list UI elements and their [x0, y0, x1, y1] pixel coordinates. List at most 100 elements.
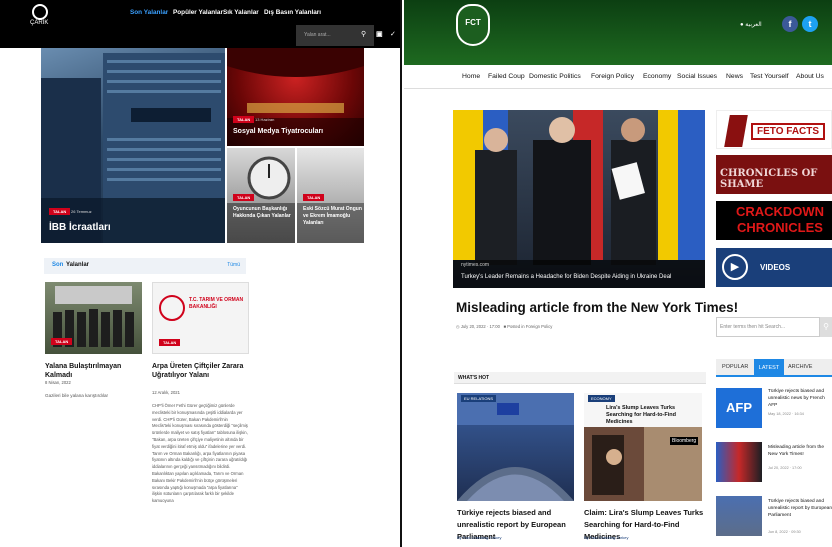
banner-text: VIDEOS — [760, 263, 791, 272]
nav-son-yalanlar[interactable]: Son Yalanlar — [130, 9, 168, 16]
lang-label: العربية — [745, 22, 762, 28]
tile-ibb[interactable]: TALAN 26 Temmuz İBB İcraatları — [41, 48, 225, 243]
latest-title[interactable]: Misleading article from the New York Tim… — [768, 444, 832, 458]
nav-populer-yalanlar[interactable]: Popüler Yalanlar — [173, 9, 223, 16]
nav-failed-coup[interactable]: Failed Coup — [488, 73, 525, 80]
facebook-icon[interactable]: f — [782, 16, 798, 32]
nav-test-yourself[interactable]: Test Yourself — [750, 73, 789, 80]
latest-thumb-eu[interactable] — [716, 496, 762, 536]
nav-news[interactable]: News — [726, 73, 743, 80]
sidebar-search-input[interactable]: Enter terms then hit Search... — [716, 317, 820, 337]
section-title-b: Yalanlar — [66, 262, 90, 268]
nav-home[interactable]: Home — [462, 73, 480, 80]
card-excerpt: Gazileri bile yalana karıştırdılar — [45, 393, 109, 398]
twitter-icon[interactable]: ✓ — [390, 30, 396, 38]
twitter-icon[interactable]: t — [802, 16, 818, 32]
card-tag: TALAN — [51, 338, 73, 345]
tile-tag: TALAN — [49, 208, 71, 215]
tab-popular[interactable]: POPULAR — [722, 364, 748, 370]
tile-title: Sosyal Medya Tiyatrocuları — [233, 128, 324, 135]
whats-hot-title: WHAT'S HOT — [458, 375, 490, 381]
hero-source: nytimes.com — [461, 262, 490, 268]
card-title[interactable]: Arpa Üreten Çiftçiler Zarara Uğratılıyor… — [152, 362, 252, 380]
hero-image[interactable]: nytimes.com Turkey's Leader Remains a He… — [453, 110, 705, 288]
nav-social-issues[interactable]: Social Issues — [677, 73, 717, 80]
hero-caption: Turkey's Leader Remains a Headache for B… — [461, 274, 672, 280]
logo-text: ÇARIK — [30, 20, 49, 26]
section-more-link[interactable]: Tümü — [227, 262, 240, 268]
tile-tag: TALAN — [233, 116, 255, 123]
latest-title[interactable]: Türkiye rejects biased and unrealistic n… — [768, 388, 832, 409]
banner-chronicles-of-shame[interactable]: CHRONICLES OF SHAME — [716, 155, 832, 194]
card-title[interactable]: Yalana Bulaştırılmayan Kalmadı — [45, 362, 145, 380]
latest-date: Jun 8, 2022 · 09:30 — [768, 530, 801, 534]
hero-photo — [453, 110, 705, 288]
article-category[interactable]: Posted in Foreign Policy — [507, 324, 552, 329]
latest-thumb-afp[interactable]: AFP — [716, 388, 762, 428]
right-site: FCT ● العربية f t Home Failed Coup Domes… — [404, 0, 832, 547]
banner-videos[interactable]: ▶ VIDEOS — [716, 248, 832, 287]
tile-date: 13 Haziran — [255, 117, 275, 122]
hot-image-eu[interactable]: EU RELATIONS — [457, 393, 574, 501]
nav-foreign-policy[interactable]: Foreign Policy — [591, 73, 634, 80]
nav-dis-basin[interactable]: Dış Basın Yalanları — [264, 9, 321, 16]
article-meta: ◷ July 20, 2022 · 17:00 ■ Posted in Fore… — [456, 324, 552, 329]
site-logo[interactable]: ÇARIK — [30, 4, 60, 26]
tile-tag: TALAN — [303, 194, 325, 201]
fct-logo[interactable]: FCT — [456, 4, 490, 46]
tile-ongun[interactable]: TALAN Eski Sözcü Murat Ongun ve Ekrem İm… — [297, 148, 364, 243]
tile-title: Oyuncunun Başkanlığı Hakkında Çıkan Yala… — [233, 206, 291, 219]
banner-text: CRACKDOWN CHRONICLES — [735, 204, 825, 235]
play-icon: ▶ — [722, 254, 748, 280]
latest-date: May 18, 2022 · 16:34 — [768, 412, 804, 416]
sidebar-tabs: POPULAR LATEST ARCHIVE — [716, 359, 832, 377]
card-date: 12 Aralık, 2021 — [152, 390, 180, 395]
nav-sik-yalanlar[interactable]: Sık Yalanlar — [223, 9, 259, 16]
left-site: ÇARIK Son Yalanlar Popüler Yalanlar Sık … — [0, 0, 402, 547]
hot-image-lira[interactable]: ECONOMY Lira's Slump Leaves Turks Search… — [584, 393, 702, 501]
bloomberg-brand: Bloomberg — [670, 437, 699, 445]
tile-oyuncu[interactable]: TALAN Oyuncunun Başkanlığı Hakkında Çıka… — [227, 148, 295, 243]
card-image-text: T.C. TARIM VE ORMAN BAKANLIĞI — [189, 297, 244, 310]
parliament-photo — [457, 393, 574, 501]
lang-link[interactable]: ● العربية — [740, 21, 762, 28]
tile-tiyatro[interactable]: TALAN 13 Haziran Sosyal Medya Tiyatrocul… — [227, 48, 364, 146]
latest-title[interactable]: Türkiye rejects biased and unrealistic r… — [768, 498, 832, 519]
left-header: ÇARIK Son Yalanlar Popüler Yalanlar Sık … — [0, 0, 400, 48]
nav-about-us[interactable]: About Us — [796, 73, 824, 80]
tab-archive[interactable]: ARCHIVE — [788, 364, 812, 370]
tile-tag: TALAN — [233, 194, 255, 201]
hot-byline: By Fact Checking Turkey — [584, 535, 629, 540]
latest-thumb-nyt[interactable] — [716, 442, 762, 482]
right-header: FCT ● العربية f t — [404, 0, 832, 65]
article-date: July 20, 2022 · 17:00 — [460, 324, 500, 329]
article-title[interactable]: Misleading article from the New York Tim… — [456, 300, 738, 315]
card-image-tarim[interactable]: T.C. TARIM VE ORMAN BAKANLIĞI TALAN — [152, 282, 249, 354]
banner-feto-facts[interactable]: FETO FACTS — [716, 110, 832, 149]
clock-icon: ◷ — [456, 324, 460, 329]
nav-divider — [404, 88, 832, 89]
banner-text: CHRONICLES OF SHAME — [720, 168, 818, 190]
hot-tag: EU RELATIONS — [461, 395, 497, 402]
section-bar: Son Yalanlar Tümü — [44, 258, 246, 274]
globe-icon: ● — [740, 22, 744, 28]
card-image-gaziler[interactable]: TALAN — [45, 282, 142, 354]
logo-icon — [32, 4, 48, 20]
search-icon[interactable]: ⚲ — [820, 317, 832, 337]
tile-title: Eski Sözcü Murat Ongun ve Ekrem İmamoğlu… — [303, 206, 362, 226]
card-excerpt: CHP'li Ömer Fethi Gürer geçtiğimiz günle… — [152, 403, 248, 504]
hot-tag: ECONOMY — [588, 395, 615, 402]
instagram-icon[interactable]: ▣ — [376, 30, 383, 38]
nav-economy[interactable]: Economy — [643, 73, 671, 80]
banner-crackdown-chronicles[interactable]: CRACKDOWN CHRONICLES — [716, 201, 832, 240]
tab-latest[interactable]: LATEST — [754, 359, 784, 377]
section-title-a: Son — [52, 262, 64, 268]
tile-date: 26 Temmuz — [71, 209, 92, 214]
search-icon[interactable]: ⚲ — [361, 30, 366, 38]
banner-text: FETO FACTS — [751, 123, 826, 140]
card-date: 8 Nisan, 2022 — [45, 380, 71, 385]
tile-title: İBB İcraatları — [49, 222, 111, 233]
card-tag: TALAN — [159, 339, 181, 346]
ministry-logo-icon — [159, 295, 185, 321]
nav-domestic-politics[interactable]: Domestic Politics — [529, 73, 581, 80]
